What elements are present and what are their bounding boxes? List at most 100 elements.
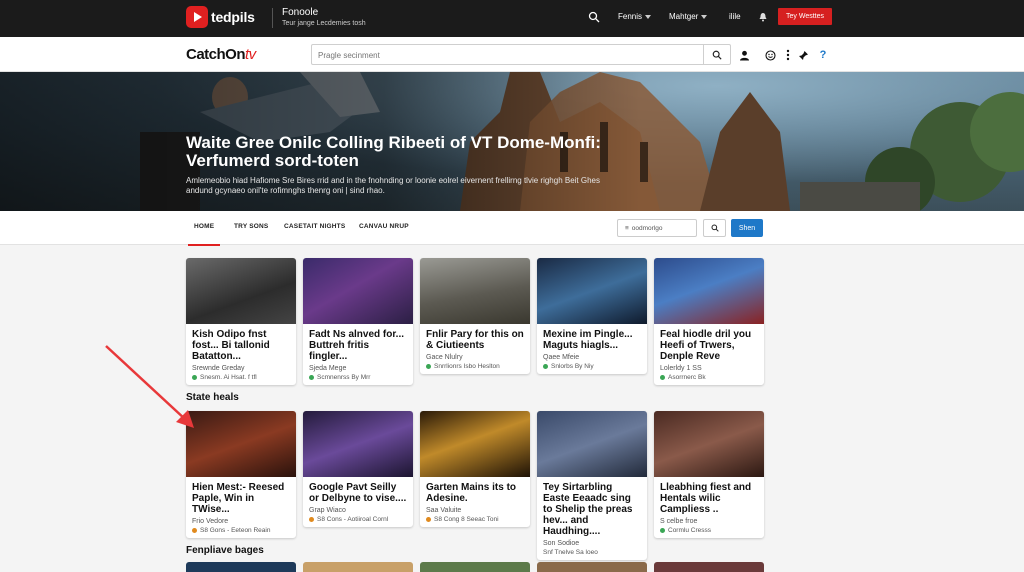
video-card[interactable]: Fnlir Pary for this on & Ciutieents Gace…	[420, 258, 530, 374]
tab-casetait-nights[interactable]: CASETAIT NIGHTS	[284, 223, 345, 230]
video-thumbnail	[654, 411, 764, 477]
card-title: Feal hiodle dril you Heefi of Trwers, De…	[660, 329, 752, 362]
video-card[interactable]: Feal hiodle dril you Heefi of Trwers, De…	[654, 258, 764, 385]
menu-item-1[interactable]: Fennis	[618, 12, 652, 21]
help-icon[interactable]: ?	[816, 48, 830, 62]
card-title: Google Pavt Seilly or Delbyne to vise...…	[309, 482, 407, 504]
search-icon[interactable]	[588, 11, 600, 23]
tab-try-sons[interactable]: TRY SONS	[234, 223, 268, 230]
video-thumbnail	[420, 411, 530, 477]
brand-logo[interactable]: CatchOntv	[186, 46, 256, 63]
smiley-icon[interactable]	[763, 48, 777, 62]
card-stat: S8 Cong 8 Seeac Toni	[420, 514, 530, 527]
menu-item-2[interactable]: Mahtger	[669, 12, 708, 21]
card-stat: Snrrlionrs Isbo Heslton	[420, 361, 530, 374]
annotation-arrow-icon	[105, 345, 194, 428]
card-stat: Snlorbs By Niy	[537, 361, 647, 374]
video-thumbnail[interactable]	[654, 562, 764, 572]
card-title: Garten Mains its to Adesine.	[426, 482, 517, 504]
top-bar: tedpils Fonoole Teur jange Lecdemies tos…	[0, 0, 1024, 37]
search-input[interactable]	[312, 46, 702, 65]
status-dot	[660, 528, 665, 533]
card-stat-text: Snesm. Ai Hsat. f tfl	[200, 374, 257, 381]
card-stat-text: S8 Cong 8 Seeac Toni	[434, 516, 499, 523]
card-stat: Scmnenrss By Mrr	[303, 372, 413, 385]
video-thumbnail[interactable]	[537, 562, 647, 572]
video-thumbnail	[654, 258, 764, 324]
page-heading: Fonoole	[282, 7, 319, 18]
card-stat-text: Cormlu Cresss	[668, 527, 711, 534]
card-title: Lleabhing fiest and Hentals wilic Campli…	[660, 482, 752, 515]
tab-canvau-nrup[interactable]: CANVAU NRUP	[359, 223, 409, 230]
status-dot	[543, 364, 548, 369]
search-button[interactable]	[703, 45, 730, 64]
search-bar	[311, 44, 731, 65]
card-stat-text: S8 Gons - Eeteon Reain	[200, 527, 271, 534]
card-title: Hien Mest:- Reesed Paple, Win in TWise..…	[192, 482, 285, 515]
card-stat: S8 Gons - Eeteon Reain	[186, 525, 296, 538]
video-card[interactable]: Tey Sirtarbling Easte Eeaadc sing to She…	[537, 411, 647, 560]
card-title: Fnlir Pary for this on & Ciutieents	[426, 329, 524, 351]
chevron-down-icon	[701, 14, 708, 19]
pin-icon[interactable]	[796, 48, 810, 62]
show-button[interactable]: Shen	[731, 219, 763, 237]
video-thumbnail[interactable]	[186, 562, 296, 572]
card-title: Fadt Ns alnved for... Buttreh fritis fin…	[309, 329, 405, 362]
video-card[interactable]: Kish Odipo fnst fost... Bi tallonid Bata…	[186, 258, 296, 385]
list-icon: ≡	[625, 224, 629, 232]
brand-name: CatchOn	[186, 46, 246, 63]
card-meta: Son Sodioe	[543, 540, 580, 547]
status-dot	[426, 517, 431, 522]
hero-description: Amlemeobio hiad Hafiome Sre Bires rrid a…	[186, 176, 600, 195]
bell-icon[interactable]	[759, 12, 767, 22]
video-thumbnail	[420, 258, 530, 324]
menu-item-label: Fennis	[618, 12, 643, 21]
video-thumbnail	[303, 411, 413, 477]
brand-suffix: tv	[245, 46, 256, 63]
video-card[interactable]: Mexine im Pingle... Maguts hiagls... Qae…	[537, 258, 647, 374]
card-meta: Saa Valuite	[426, 507, 462, 514]
site-logo[interactable]: tedpils	[186, 6, 255, 28]
video-thumbnail	[537, 258, 647, 324]
video-thumbnail	[186, 258, 296, 324]
status-dot	[309, 375, 314, 380]
more-icon[interactable]	[781, 48, 795, 62]
hero-title: Waite Gree Onilc Colling Ribeeti of VT D…	[186, 133, 601, 170]
card-meta: Frio Vedore	[192, 518, 229, 525]
card-stat: S8 Cons - Aotiiroal Cornl	[303, 514, 413, 527]
menu-item-3[interactable]: ilile	[729, 12, 741, 21]
tab-home[interactable]: HOME	[187, 223, 221, 246]
video-thumbnail[interactable]	[420, 562, 530, 572]
video-card[interactable]: Garten Mains its to Adesine. Saa Valuite…	[420, 411, 530, 527]
card-stat: Cormlu Cresss	[654, 525, 764, 538]
video-thumbnail	[303, 258, 413, 324]
search-icon	[712, 50, 722, 60]
card-stat-text: Snrrlionrs Isbo Heslton	[434, 363, 500, 370]
status-dot	[309, 517, 314, 522]
chevron-down-icon	[645, 14, 652, 19]
menu-item-label: Mahtger	[669, 12, 699, 21]
filter-search-button[interactable]	[703, 219, 726, 237]
card-stat: Snesm. Ai Hsat. f tfl	[186, 372, 296, 385]
cta-button[interactable]: Tey Westtes	[778, 8, 832, 25]
filter-input[interactable]: ≡ oodmorlgo	[617, 219, 697, 237]
user-icon[interactable]	[737, 48, 751, 62]
card-stat: Snf Tnelve Sa loeo	[537, 547, 647, 560]
category-nav: HOME TRY SONS CASETAIT NIGHTS CANVAU NRU…	[0, 211, 1024, 246]
hero-banner[interactable]: Waite Gree Onilc Colling Ribeeti of VT D…	[0, 72, 1024, 211]
video-card[interactable]: Google Pavt Seilly or Delbyne to vise...…	[303, 411, 413, 527]
video-card[interactable]: Lleabhing fiest and Hentals wilic Campli…	[654, 411, 764, 538]
card-meta: S celbe froe	[660, 518, 698, 525]
video-card[interactable]: Fadt Ns alnved for... Buttreh fritis fin…	[303, 258, 413, 385]
status-dot	[426, 364, 431, 369]
video-thumbnail	[537, 411, 647, 477]
search-icon	[711, 224, 719, 232]
status-dot	[660, 375, 665, 380]
card-stat-text: S8 Cons - Aotiiroal Cornl	[317, 516, 389, 523]
video-thumbnail[interactable]	[303, 562, 413, 572]
card-meta: Qaee Mfeie	[543, 354, 580, 361]
section-title: Fenpliave bages	[186, 545, 264, 556]
card-stat-text: Snf Tnelve Sa loeo	[543, 549, 598, 556]
card-stat-text: Asorrnerc Bk	[668, 374, 706, 381]
video-card[interactable]: Hien Mest:- Reesed Paple, Win in TWise..…	[186, 411, 296, 538]
